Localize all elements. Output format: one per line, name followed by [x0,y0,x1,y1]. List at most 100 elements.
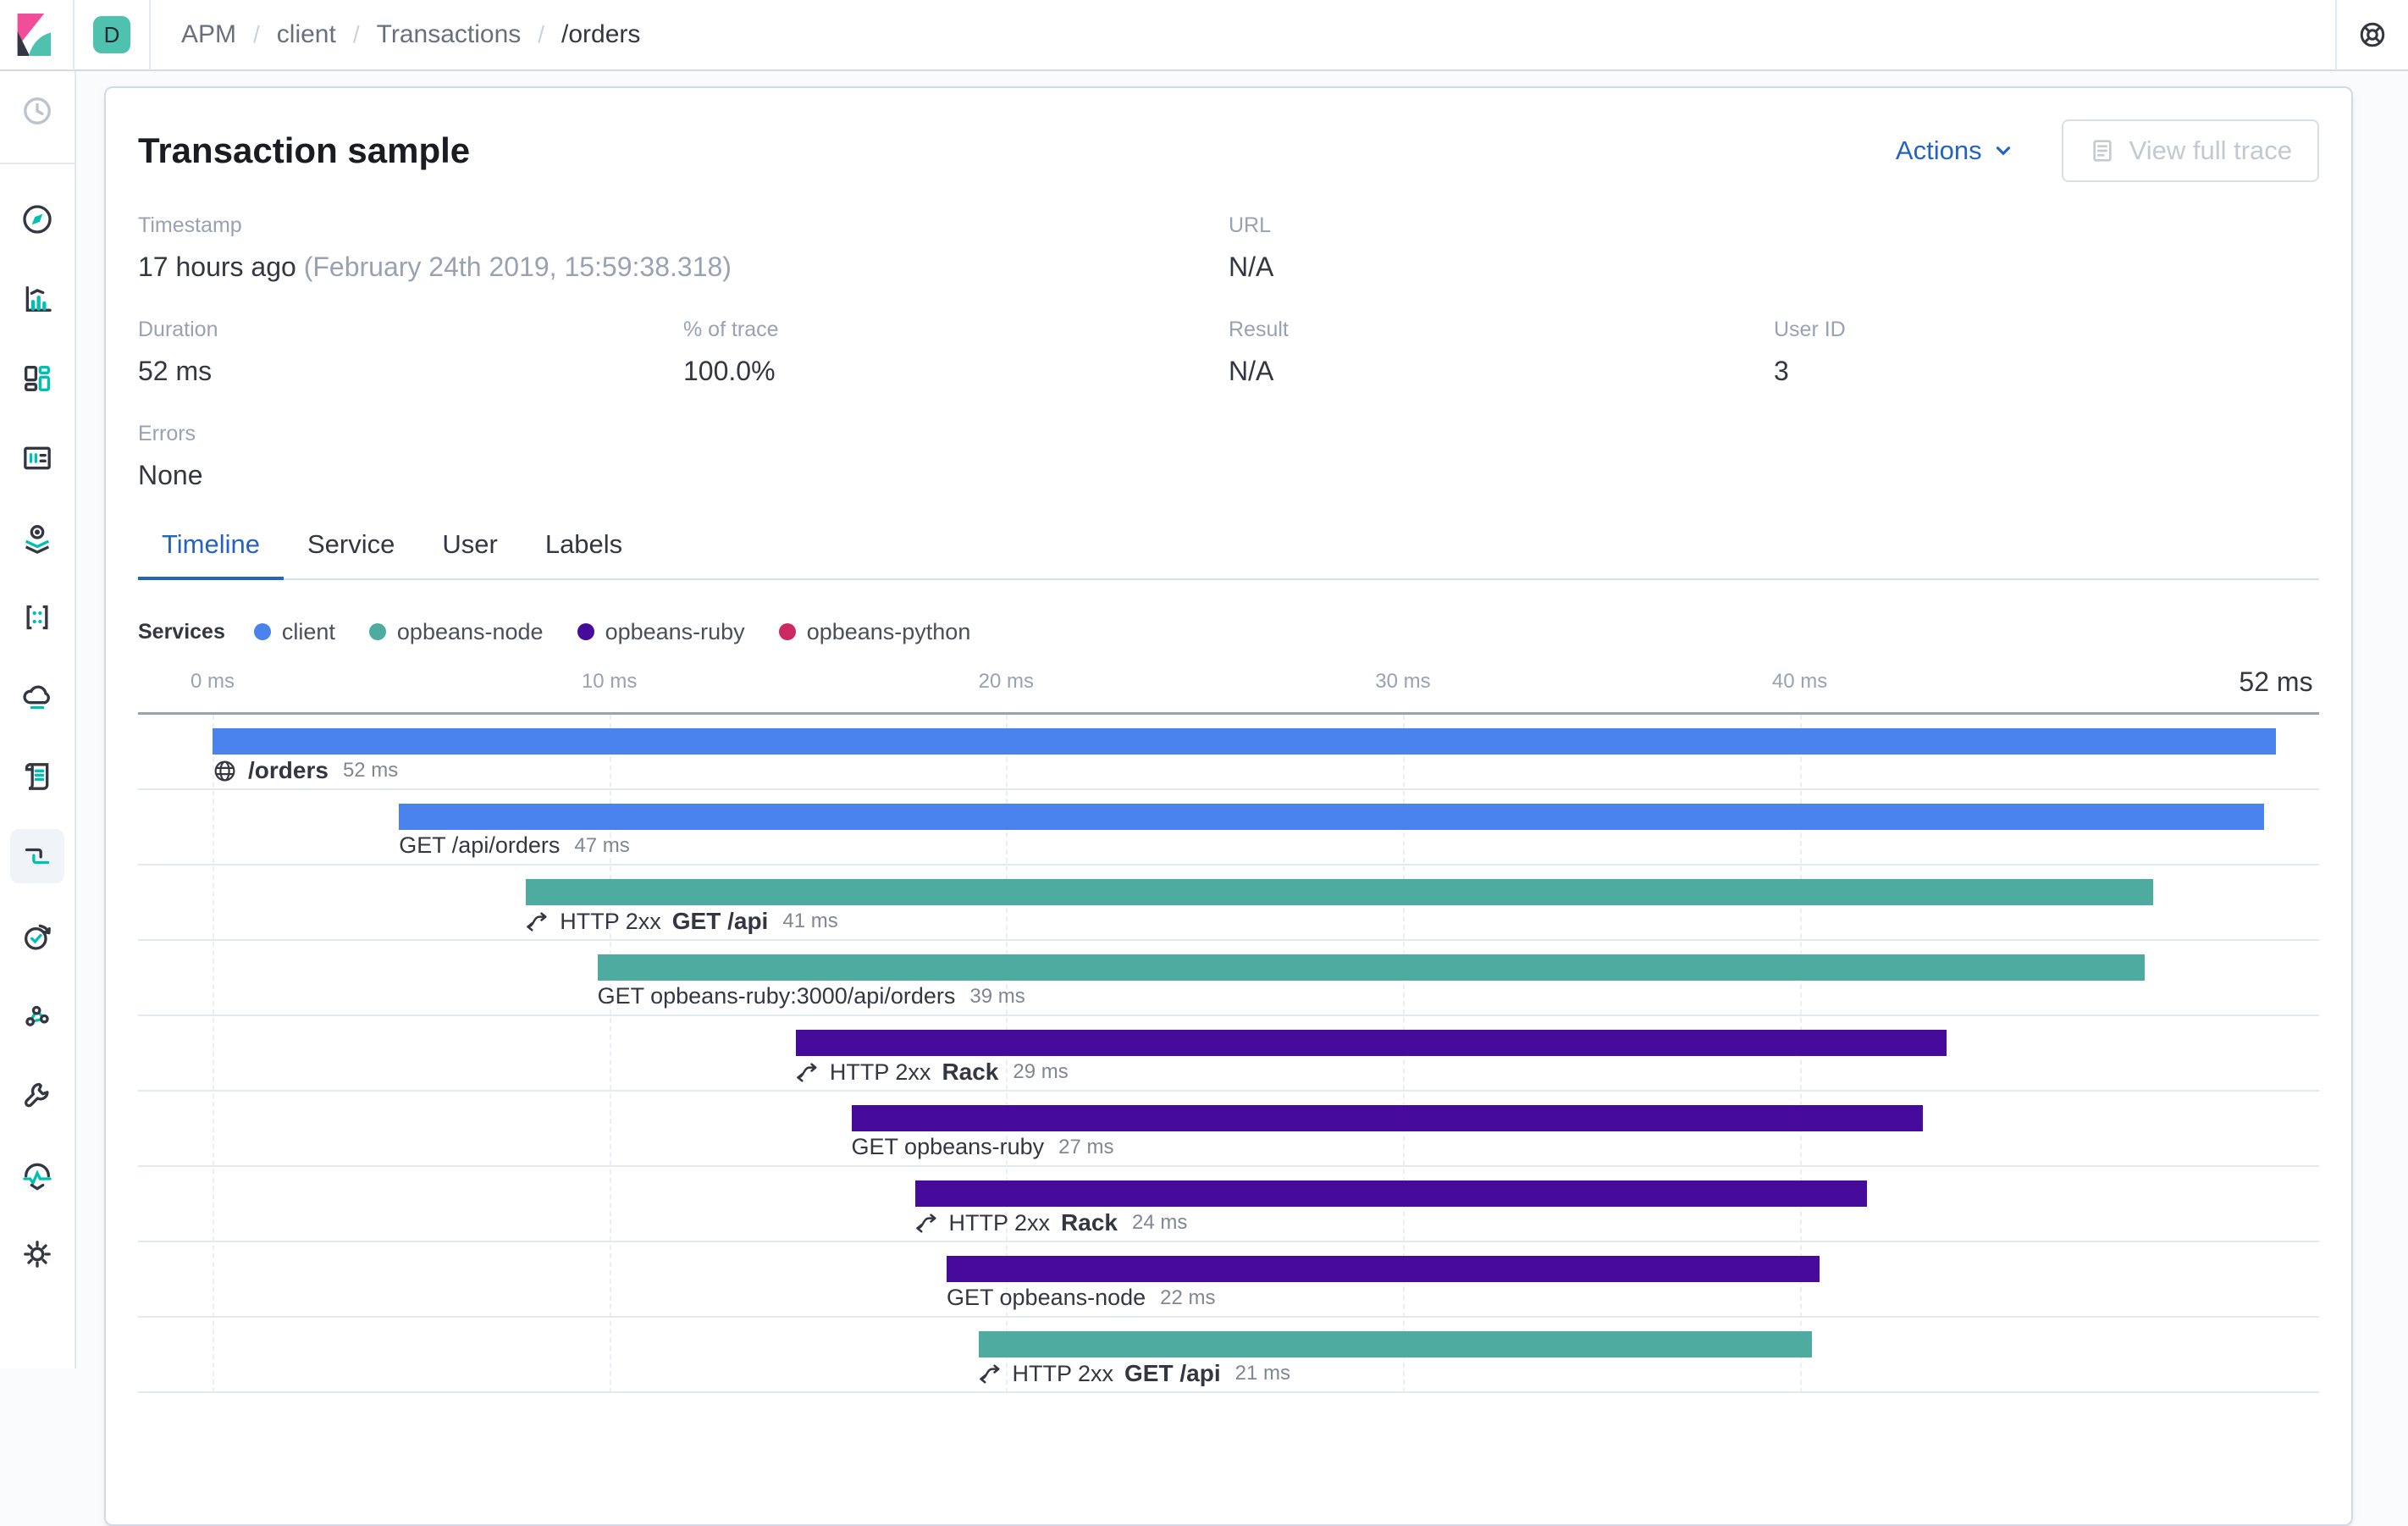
waterfall-row-rack[interactable]: HTTP 2xx Rack 29 ms [138,1016,2319,1092]
legend-dot [577,623,594,640]
span-name: GET opbeans-ruby:3000/api/orders [597,983,956,1009]
waterfall-label: HTTP 2xx GET /api 41 ms [526,908,838,935]
field-label: Timestamp [138,213,242,237]
waterfall-label: HTTP 2xx GET /api 21 ms [979,1360,1290,1387]
field-value: 100.0% [683,356,776,386]
breadcrumb-item-client[interactable]: client [277,20,336,49]
waterfall-label: HTTP 2xx Rack 24 ms [915,1209,1187,1236]
sidebar-item-dashboard[interactable] [10,351,64,406]
field-result: Result N/A [1229,318,1774,388]
maps-icon [25,525,50,554]
span-name: GET /api/orders [399,832,561,858]
sidebar-item-machine-learning[interactable] [10,590,64,644]
sidebar-item-management[interactable] [10,1227,64,1281]
span-name: /orders [248,757,329,783]
field-timestamp: Timestamp 17 hours ago (February 24th 201… [138,213,1229,284]
field-url: URL N/A [1229,213,2319,284]
sidebar-item-apm[interactable] [10,829,64,883]
span-name: GET /api [671,908,769,934]
field-value: None [138,460,203,490]
waterfall-row-get-api[interactable]: HTTP 2xx GET /api 21 ms [138,1318,2319,1393]
waterfall-bar[interactable] [947,1256,1820,1282]
sidebar-item-stack-monitoring[interactable] [10,1147,64,1202]
span-duration: 47 ms [574,833,630,857]
help-icon [2360,22,2385,47]
waterfall-label: GET opbeans-ruby 27 ms [852,1134,1114,1160]
canvas-icon [24,446,51,470]
waterfall-bar[interactable] [851,1105,1923,1131]
waterfall-bar[interactable] [213,728,2276,755]
tab-user[interactable]: User [418,529,521,578]
waterfall-row-get-opbeans-node[interactable]: GET opbeans-node 22 ms [138,1242,2319,1318]
tab-labels[interactable]: Labels [522,529,646,578]
breadcrumb-separator: / [538,21,545,47]
waterfall-row-get-opbeans-ruby[interactable]: GET opbeans-ruby 27 ms [138,1092,2319,1167]
waterfall-bar[interactable] [526,879,2153,905]
span-name: GET /api [1124,1360,1221,1386]
span-result-prefix: HTTP 2xx [560,908,661,934]
field-label: Result [1229,318,1289,341]
field-value: 52 ms [138,356,213,386]
compass-icon [23,205,52,234]
field-user-id: User ID 3 [1774,318,2319,388]
logs-icon [25,763,49,790]
actions-dropdown[interactable]: Actions [1896,135,2014,166]
sidebar-divider [0,163,75,164]
chevron-down-icon [1996,147,2010,156]
legend-item-opbeans-node: opbeans-node [368,618,544,645]
span-name: Rack [1061,1209,1118,1236]
waterfall-row-get-api-orders[interactable]: GET /api/orders 47 ms [138,790,2319,865]
waterfall-bar[interactable] [795,1030,1947,1056]
breadcrumb-item-orders: /orders [561,20,641,48]
breadcrumb-separator: / [253,21,260,47]
field-value: 17 hours ago (February 24th 2019, 15:59:… [138,252,732,282]
legend-item-opbeans-ruby: opbeans-ruby [577,619,745,645]
waterfall-bar[interactable] [597,954,2146,981]
gear-icon [24,1241,51,1268]
sidebar-item-canvas[interactable] [10,431,64,485]
field-label: Errors [138,422,196,445]
waterfall-row-rack[interactable]: HTTP 2xx Rack 24 ms [138,1167,2319,1242]
waterfall-label: GET /api/orders 47 ms [399,832,629,859]
sidebar-item-maps[interactable] [10,511,64,565]
help-button[interactable] [2337,0,2408,70]
breadcrumb-item-apm[interactable]: APM [181,20,236,49]
tab-service[interactable]: Service [284,529,418,578]
waterfall-row-get-opbeans-ruby-3000-api-orders[interactable]: GET opbeans-ruby:3000/api/orders 39 ms [138,941,2319,1016]
space-badge[interactable]: D [93,16,130,53]
tab-timeline[interactable]: Timeline [138,529,284,580]
field-duration: Duration 52 ms [138,318,683,388]
waterfall-bar[interactable] [978,1331,1812,1357]
field-errors: Errors None [138,422,683,492]
field-value: N/A [1229,356,1274,386]
span-name: Rack [942,1059,999,1085]
legend-dot [253,623,271,640]
waterfall-row-orders[interactable]: /orders 52 ms [138,715,2319,790]
axis-tick-10-ms: 10 ms [581,670,638,693]
sidebar-item-infrastructure[interactable] [10,670,64,724]
legend-label: opbeans-node [396,618,544,644]
waterfall-row-get-api[interactable]: HTTP 2xx GET /api 41 ms [138,865,2319,941]
merge-arrow-icon [527,911,547,932]
sidebar-item-logs[interactable] [10,749,64,804]
sidebar-nav [0,71,76,1368]
waterfall-bar[interactable] [399,804,2264,830]
sidebar-item-graph[interactable] [10,988,64,1042]
waterfall-bar[interactable] [914,1180,1868,1207]
span-duration: 27 ms [1058,1135,1114,1158]
sidebar-item-discover[interactable] [10,192,64,246]
sidebar-item-visualize[interactable] [10,272,64,326]
sidebar-item-uptime[interactable] [10,909,64,963]
kibana-logo[interactable] [0,14,73,56]
page-title: Transaction sample [138,130,471,170]
infrastructure-icon [23,685,50,710]
actions-label: Actions [1895,135,1982,165]
breadcrumb-item-transactions[interactable]: Transactions [377,20,522,49]
span-duration: 52 ms [342,759,399,782]
time-axis: 0 ms 10 ms 20 ms 30 ms 40 ms 52 ms [138,666,2319,697]
view-full-trace-button[interactable]: View full trace [2061,119,2319,182]
sidebar-item-recent[interactable] [10,84,64,138]
legend-title: Services [138,619,225,644]
sidebar-item-dev-tools[interactable] [10,1068,64,1122]
span-duration: 39 ms [969,984,1025,1008]
